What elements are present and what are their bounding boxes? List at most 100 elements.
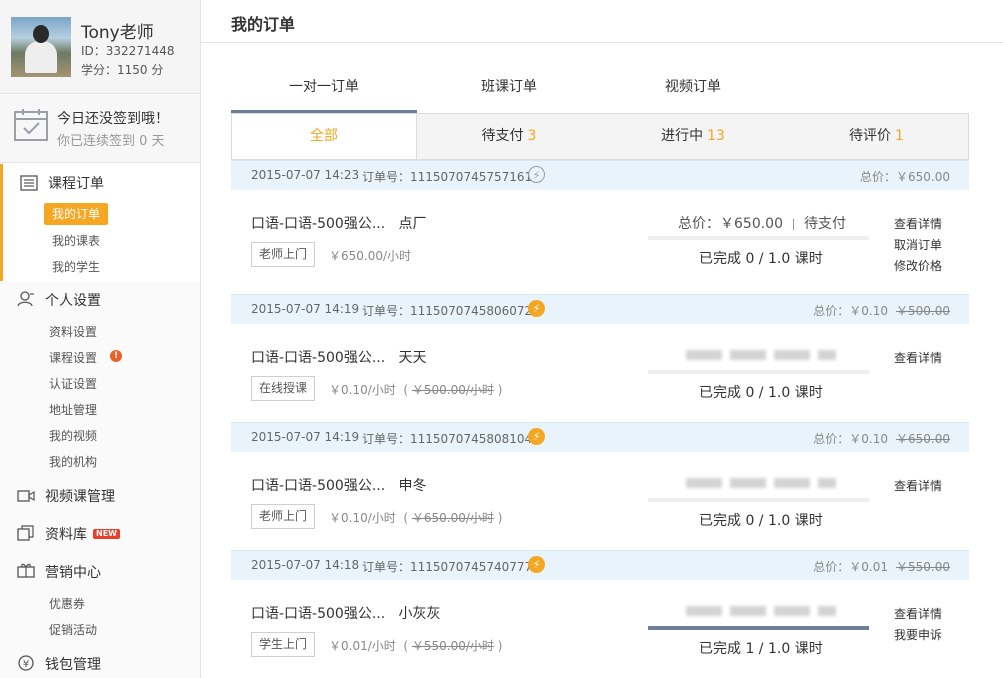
- lesson-type-tag: 在线授课: [251, 376, 316, 401]
- sidebar-item-my-schedule[interactable]: 我的课表: [52, 232, 100, 249]
- order-total: 总价：￥650.00: [860, 170, 950, 184]
- warning-badge: !: [110, 350, 122, 362]
- order-header: 2015-07-07 14:18 订单号：1115070745740777 ⚡ …: [231, 550, 969, 580]
- list-icon: [20, 175, 38, 191]
- lesson-type-tag: 学生上门: [251, 632, 316, 657]
- sidebar: Tony老师 ID：332271448 学分：1150 分 今日还没签到哦！ 你…: [0, 0, 201, 678]
- course-name[interactable]: 口语-口语-500强公... 申冬: [251, 475, 427, 495]
- order-status-tabs: 全部 待支付 3 进行中 13 待评价 1: [231, 113, 969, 160]
- sidebar-item-my-orders[interactable]: 我的订单: [44, 203, 108, 225]
- order-status: 总价：￥650.00 待支付: [678, 216, 846, 232]
- order-number: 订单号：1115070745757161: [362, 170, 533, 184]
- order-date: 2015-07-07 14:23: [251, 168, 360, 182]
- lessons-completed: 已完成 0 / 1.0 课时: [699, 513, 823, 529]
- nav-wallet[interactable]: 钱包管理: [45, 654, 101, 674]
- lesson-progress-bar: [648, 236, 869, 240]
- nav-personal-settings[interactable]: 个人设置: [45, 290, 101, 310]
- lightning-icon: ⚡: [528, 166, 545, 183]
- lightning-icon: ⚡: [528, 428, 545, 445]
- order-header: 2015-07-07 14:19 订单号：1115070745808104 ⚡ …: [231, 422, 969, 452]
- order-header: 2015-07-07 14:19 订单号：1115070745806072 ⚡ …: [231, 294, 969, 324]
- lesson-progress-bar: [648, 498, 869, 502]
- profile-card: Tony老师 ID：332271448 学分：1150 分: [0, 0, 200, 94]
- avatar[interactable]: [11, 17, 71, 77]
- file-complaint-link[interactable]: 我要申诉: [894, 626, 942, 643]
- sidebar-item-profile-settings[interactable]: 资料设置: [49, 323, 97, 340]
- order-type-tabs: 一对一订单 班课订单 视频订单: [231, 70, 969, 114]
- profile-name: Tony老师: [81, 23, 154, 43]
- count-badge: 3: [527, 128, 537, 144]
- lesson-type-tag: 老师上门: [251, 504, 316, 529]
- wallet-icon: ¥: [18, 655, 34, 671]
- lessons-completed: 已完成 0 / 1.0 课时: [699, 251, 823, 267]
- order-total: 总价：￥0.10 ￥500.00: [813, 304, 950, 318]
- lightning-icon: ⚡: [528, 556, 545, 573]
- tab-pending-payment[interactable]: 待支付 3: [417, 114, 601, 159]
- page-title: 我的订单: [231, 15, 296, 34]
- redacted-student-info: [686, 606, 836, 616]
- checkin-title: 今日还没签到哦！: [57, 111, 169, 127]
- tab-one-on-one[interactable]: 一对一订单: [231, 70, 417, 114]
- view-details-link[interactable]: 查看详情: [894, 215, 942, 232]
- sidebar-item-coupons[interactable]: 优惠券: [49, 595, 85, 612]
- unit-price: ￥0.10/小时 ( ￥650.00/小时 ): [329, 511, 503, 525]
- order-total: 总价：￥0.01 ￥550.00: [813, 560, 950, 574]
- gift-icon: [17, 563, 35, 578]
- sidebar-item-address[interactable]: 地址管理: [49, 401, 97, 418]
- cancel-order-link[interactable]: 取消订单: [894, 236, 942, 253]
- lesson-progress-bar: [648, 370, 869, 374]
- unit-price: ￥0.01/小时 ( ￥550.00/小时 ): [329, 639, 503, 653]
- view-details-link[interactable]: 查看详情: [894, 605, 942, 622]
- checkin-subtitle: 你已连续签到 0 天: [57, 134, 165, 149]
- order-number: 订单号：1115070745808104: [362, 432, 533, 446]
- order-header: 2015-07-07 14:23 订单号：1115070745757161 ⚡ …: [231, 160, 969, 190]
- count-badge: 1: [895, 128, 904, 144]
- tab-all[interactable]: 全部: [232, 114, 417, 159]
- nav-course-orders[interactable]: 课程订单: [48, 173, 104, 193]
- sidebar-item-promotions[interactable]: 促销活动: [49, 621, 97, 638]
- count-badge: 13: [707, 128, 725, 144]
- lesson-progress-bar: [648, 626, 869, 630]
- sidebar-item-verification[interactable]: 认证设置: [49, 375, 97, 392]
- redacted-student-info: [686, 478, 836, 488]
- lightning-icon: ⚡: [528, 300, 545, 317]
- course-name[interactable]: 口语-口语-500强公... 小灰灰: [251, 603, 441, 623]
- order-number: 订单号：1115070745740777: [362, 560, 533, 574]
- new-badge: NEW: [93, 529, 120, 539]
- lessons-completed: 已完成 0 / 1.0 课时: [699, 385, 823, 401]
- order-date: 2015-07-07 14:19: [251, 430, 360, 444]
- course-name[interactable]: 口语-口语-500强公... 天天: [251, 347, 427, 367]
- order-number: 订单号：1115070745806072: [362, 304, 533, 318]
- lesson-type-tag: 老师上门: [251, 242, 316, 267]
- tab-video-orders[interactable]: 视频订单: [601, 70, 785, 114]
- sidebar-item-my-institution[interactable]: 我的机构: [49, 453, 97, 470]
- video-camera-icon: [17, 490, 35, 502]
- checkin-panel[interactable]: 今日还没签到哦！ 你已连续签到 0 天: [0, 95, 200, 163]
- svg-text:¥: ¥: [23, 659, 29, 670]
- lessons-completed: 已完成 1 / 1.0 课时: [699, 641, 823, 657]
- sidebar-item-course-settings[interactable]: 课程设置: [49, 349, 97, 366]
- tab-in-progress[interactable]: 进行中 13: [601, 114, 785, 159]
- tab-class-orders[interactable]: 班课订单: [417, 70, 601, 114]
- order-date: 2015-07-07 14:19: [251, 302, 360, 316]
- order-total: 总价：￥0.10 ￥650.00: [813, 432, 950, 446]
- profile-score: 学分：1150 分: [81, 63, 164, 77]
- sidebar-item-my-students[interactable]: 我的学生: [52, 258, 100, 275]
- view-details-link[interactable]: 查看详情: [894, 349, 942, 366]
- course-name[interactable]: 口语-口语-500强公... 点厂: [251, 213, 427, 233]
- user-settings-icon: [17, 291, 34, 307]
- sidebar-item-my-videos[interactable]: 我的视频: [49, 427, 97, 444]
- nav-library[interactable]: 资料库: [45, 524, 87, 544]
- page-header: 我的订单: [201, 0, 1003, 43]
- edit-price-link[interactable]: 修改价格: [894, 257, 942, 274]
- profile-id: ID：332271448: [81, 44, 175, 58]
- calendar-check-icon: [14, 109, 48, 141]
- unit-price: ￥0.10/小时 ( ￥500.00/小时 ): [329, 383, 503, 397]
- nav-video-courses[interactable]: 视频课管理: [45, 486, 115, 506]
- nav-marketing[interactable]: 营销中心: [45, 562, 101, 582]
- order-date: 2015-07-07 14:18: [251, 558, 360, 572]
- tab-pending-review[interactable]: 待评价 1: [785, 114, 968, 159]
- redacted-student-info: [686, 350, 836, 360]
- view-details-link[interactable]: 查看详情: [894, 477, 942, 494]
- library-icon: [17, 525, 34, 541]
